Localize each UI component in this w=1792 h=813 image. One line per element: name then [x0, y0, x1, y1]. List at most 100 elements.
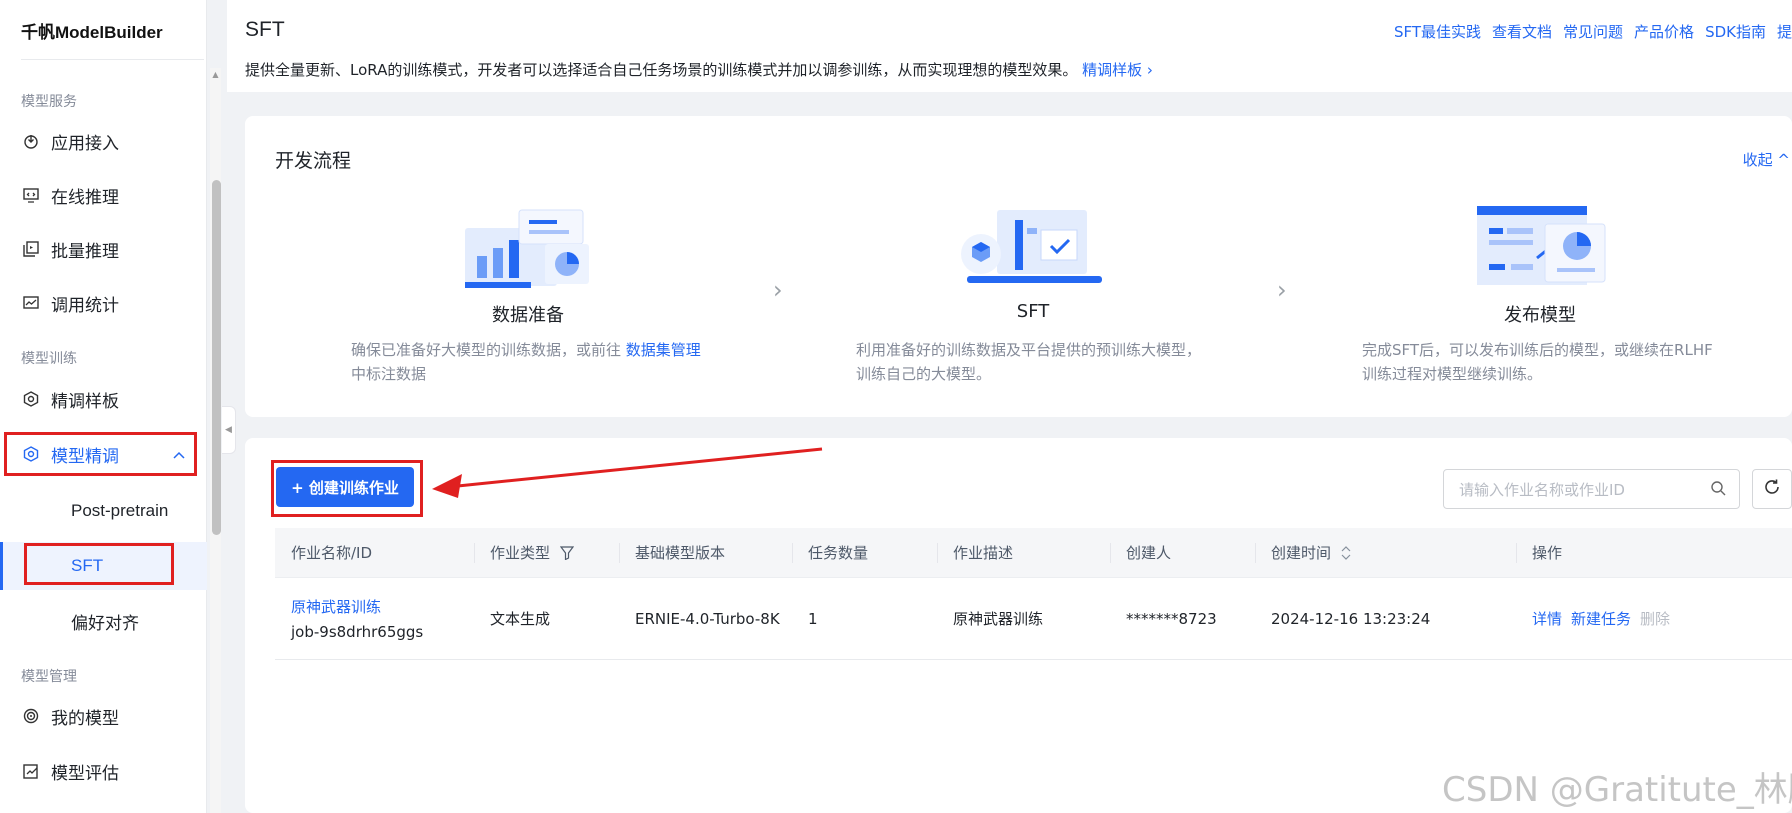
job-creator: *******8723 — [1126, 609, 1217, 628]
details-link[interactable]: 详情 — [1532, 608, 1562, 629]
column-header: 作业描述 — [937, 528, 1110, 577]
watermark: CSDN @Gratitute_林腾 — [1442, 770, 1792, 810]
page-description: 提供全量更新、LoRA的训练模式，开发者可以选择适合自己任务场景的训练模式并加以… — [245, 59, 1153, 80]
sort-icon[interactable] — [1341, 545, 1351, 561]
chevron-right-icon: › — [1277, 276, 1287, 304]
table-row: 原神武器训练 job-9s8drhr65ggs 文本生成 ERNIE-4.0-T… — [275, 578, 1792, 660]
sidebar-item-label: 精调样板 — [51, 391, 119, 412]
step-name-data-prep: 数据准备 — [492, 305, 564, 326]
job-search-input[interactable]: 请输入作业名称或作业ID — [1443, 469, 1740, 509]
step-desc-publish: 完成SFT后，可以发布训练后的模型，或继续在RLHF训练过程对模型继续训练。 — [1362, 341, 1713, 383]
data-prep-illustration — [463, 206, 623, 296]
column-header: 创建人 — [1110, 528, 1255, 577]
search-icon[interactable] — [1710, 480, 1726, 500]
sidebar-item-label: 我的模型 — [51, 708, 119, 729]
sidebar-item-finetune-templates[interactable]: 精调样板 — [0, 376, 207, 422]
column-header: 作业名称/ID — [291, 544, 373, 562]
sft-illustration — [957, 206, 1117, 296]
new-task-link[interactable]: 新建任务 — [1571, 608, 1631, 629]
sidebar-item-label: 批量推理 — [51, 241, 119, 262]
column-header-label: 作业类型 — [490, 544, 551, 562]
sidebar-item-online-inference[interactable]: 在线推理 — [0, 172, 207, 218]
brand-logo-text: 千帆ModelBuilder — [21, 23, 163, 42]
batch-icon — [22, 241, 39, 258]
table-header: 作业名称/ID 作业类型 基础模型版本 任务数量 作业描述 创建人 创建时间 操… — [275, 528, 1792, 578]
header-link-pricing[interactable]: 产品价格 — [1634, 21, 1694, 42]
step-desc-text: 确保已准备好大模型的训练数据，或前往 — [351, 341, 626, 359]
sidebar-collapse-handle[interactable]: ◀ — [222, 406, 236, 454]
column-header-created-time[interactable]: 创建时间 — [1255, 528, 1516, 577]
step-name-publish: 发布模型 — [1504, 305, 1576, 326]
page-description-text: 提供全量更新、LoRA的训练模式，开发者可以选择适合自己任务场景的训练模式并加以… — [245, 61, 1078, 79]
job-created-at: 2024-12-16 13:23:24 — [1271, 609, 1431, 628]
page-title: SFT — [245, 18, 285, 41]
job-name-link[interactable]: 原神武器训练 — [291, 596, 381, 617]
sidebar-item-app-access[interactable]: 应用接入 — [0, 118, 207, 164]
group-title-service: 模型服务 — [21, 94, 77, 110]
delete-link[interactable]: 删除 — [1640, 608, 1670, 629]
column-header: 基础模型版本 — [619, 528, 792, 577]
filter-icon[interactable] — [560, 545, 575, 560]
chart-icon — [22, 295, 39, 312]
chevron-right-icon: › — [773, 276, 783, 304]
group-title-management: 模型管理 — [21, 669, 77, 685]
jobs-panel: + 创建训练作业 请输入作业名称或作业ID 作业名称/ID 作业类型 基础模型版… — [245, 438, 1792, 813]
sidebar-item-model-evaluation[interactable]: 模型评估 — [0, 748, 207, 794]
header-link-sdk[interactable]: SDK指南 — [1705, 21, 1766, 42]
job-type: 文本生成 — [490, 610, 551, 628]
column-header: 任务数量 — [792, 528, 937, 577]
create-training-job-button[interactable]: + 创建训练作业 — [276, 467, 414, 507]
header-link-docs[interactable]: 查看文档 — [1492, 21, 1552, 42]
refresh-button[interactable] — [1752, 469, 1792, 509]
refresh-icon — [1763, 478, 1781, 501]
evaluate-icon — [22, 763, 39, 780]
step-desc-text: 中标注数据 — [351, 365, 427, 383]
sidebar-subitem-preference-alignment[interactable]: 偏好对齐 — [0, 597, 207, 645]
monitor-code-icon — [22, 187, 39, 204]
chevron-up-icon — [173, 444, 185, 464]
sidebar-item-label: 在线推理 — [51, 187, 119, 208]
step-desc-sft: 利用准备好的训练数据及平台提供的预训练大模型，训练自己的大模型。 — [856, 341, 1202, 383]
collapse-button[interactable]: 收起 ^ — [1743, 149, 1790, 170]
header-link-faq[interactable]: 常见问题 — [1563, 21, 1623, 42]
group-title-training: 模型训练 — [21, 351, 77, 367]
header-links: SFT最佳实践 查看文档 常见问题 产品价格 SDK指南 提 — [1394, 21, 1792, 42]
jobs-table: 作业名称/ID 作业类型 基础模型版本 任务数量 作业描述 创建人 创建时间 操… — [275, 528, 1792, 660]
hexagon-icon — [22, 446, 39, 463]
sidebar-item-label: 调用统计 — [51, 295, 119, 316]
brand-divider — [21, 59, 204, 60]
sidebar-item-label: 模型精调 — [51, 446, 119, 467]
sidebar-item-batch-inference[interactable]: 批量推理 — [0, 226, 207, 272]
dev-process-card: 开发流程 收起 ^ 数据准备 确保已准备好大模型的训练数据，或前往 数据集管理 … — [245, 116, 1792, 417]
column-header-type[interactable]: 作业类型 — [474, 528, 619, 577]
job-operations: 详情 新建任务 删除 — [1516, 578, 1792, 659]
column-header-label: 创建时间 — [1271, 544, 1332, 562]
finetune-templates-link[interactable]: 精调样板 › — [1082, 61, 1153, 79]
sidebar: 千帆ModelBuilder 模型服务 应用接入 在线推理 批量推理 调用统计 … — [0, 0, 207, 813]
job-task-count: 1 — [808, 609, 818, 628]
step-desc-data-prep: 确保已准备好大模型的训练数据，或前往 数据集管理 中标注数据 — [351, 338, 701, 386]
header-link-truncated[interactable]: 提 — [1777, 21, 1792, 42]
search-placeholder: 请输入作业名称或作业ID — [1459, 480, 1625, 499]
header-link-best-practice[interactable]: SFT最佳实践 — [1394, 21, 1481, 42]
sidebar-item-usage-stats[interactable]: 调用统计 — [0, 280, 207, 326]
sidebar-scroll-thumb[interactable] — [212, 180, 221, 535]
sidebar-item-model-finetune[interactable]: 模型精调 — [0, 431, 207, 477]
sidebar-subitem-post-pretrain[interactable]: Post-pretrain — [0, 487, 207, 535]
dataset-management-link[interactable]: 数据集管理 — [626, 341, 701, 359]
job-base-model: ERNIE-4.0-Turbo-8K — [635, 609, 780, 628]
job-id: job-9s8drhr65ggs — [291, 623, 424, 641]
page-header: SFT 提供全量更新、LoRA的训练模式，开发者可以选择适合自己任务场景的训练模… — [227, 0, 1792, 92]
sidebar-subitem-sft[interactable]: SFT — [0, 542, 207, 590]
column-header: 操作 — [1516, 528, 1792, 577]
job-description: 原神武器训练 — [953, 610, 1044, 628]
sidebar-item-my-models[interactable]: 我的模型 — [0, 693, 207, 739]
plug-icon — [22, 133, 39, 150]
job-name-cell: 原神武器训练 job-9s8drhr65ggs — [275, 578, 474, 659]
publish-illustration — [1475, 206, 1635, 296]
step-name-sft: SFT — [1016, 301, 1050, 322]
hexagon-icon — [22, 391, 39, 408]
sidebar-item-label: 应用接入 — [51, 133, 119, 154]
scroll-up-arrow-icon[interactable]: ▲ — [210, 69, 221, 80]
target-icon — [22, 708, 39, 725]
